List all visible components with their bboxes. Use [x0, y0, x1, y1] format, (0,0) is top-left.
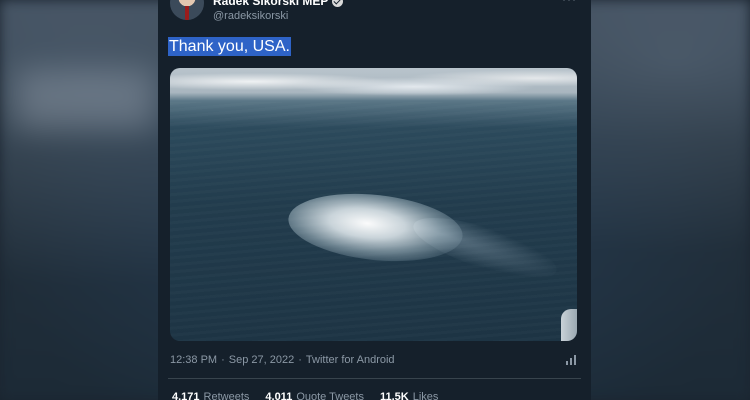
stat-likes[interactable]: 11.5K Likes — [380, 391, 438, 400]
tweet-text-selected: Thank you, USA. — [168, 37, 291, 56]
photo-clouds — [170, 68, 577, 102]
tweet-source[interactable]: Twitter for Android — [306, 354, 395, 366]
stat-value: 11.5K — [379, 391, 409, 400]
stat-value: 4,011 — [265, 391, 293, 400]
photo-aircraft-wing — [561, 309, 577, 341]
meta-separator: · — [221, 354, 225, 366]
tweet-time[interactable]: 12:38 PM — [170, 354, 217, 366]
stat-retweets[interactable]: 4,171 Retweets — [172, 391, 249, 400]
author-name[interactable]: Radek Sikorski MEP — [213, 0, 328, 8]
stat-label: Likes — [412, 391, 439, 400]
tweet-card: Radek Sikorski MEP @radeksikorski ··· Th… — [158, 0, 591, 400]
analytics-icon[interactable] — [565, 354, 577, 366]
stat-quote-tweets[interactable]: 4,011 Quote Tweets — [265, 391, 364, 400]
tweet-text: Thank you, USA. — [168, 37, 291, 56]
tweet-date[interactable]: Sep 27, 2022 — [229, 354, 294, 366]
author-name-line[interactable]: Radek Sikorski MEP — [213, 0, 344, 8]
avatar-tie — [185, 6, 189, 20]
tweet-photo[interactable] — [170, 68, 577, 341]
meta-separator-2: · — [298, 354, 302, 366]
verified-badge-icon — [332, 0, 344, 7]
tweet-meta: 12:38 PM · Sep 27, 2022 · Twitter for An… — [170, 354, 395, 366]
stat-label: Quote Tweets — [296, 391, 364, 400]
more-options-icon[interactable]: ··· — [562, 0, 577, 6]
divider — [168, 378, 581, 379]
author-handle[interactable]: @radeksikorski — [213, 10, 288, 22]
author-avatar[interactable] — [170, 0, 204, 20]
stat-value: 4,171 — [172, 391, 200, 400]
stat-label: Retweets — [203, 391, 250, 400]
tweet-stats: 4,171 Retweets 4,011 Quote Tweets 11.5K … — [172, 391, 438, 400]
